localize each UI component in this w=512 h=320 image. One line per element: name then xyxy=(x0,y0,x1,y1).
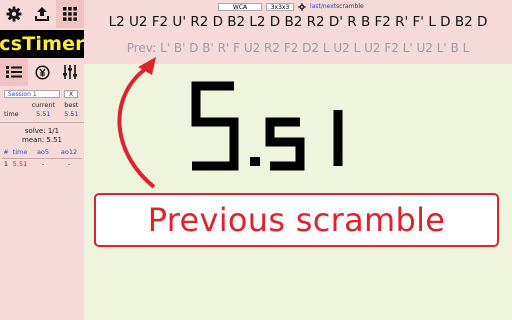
digit-five-small xyxy=(265,117,305,171)
grid-button[interactable] xyxy=(56,0,84,28)
settings-icon xyxy=(6,6,22,22)
tools-button[interactable] xyxy=(56,58,84,86)
app-logo: csTimer xyxy=(0,30,85,58)
col-time: time xyxy=(12,148,28,157)
row-ao5: - xyxy=(41,159,45,168)
solve-count[interactable]: solve: 1/1 xyxy=(0,127,84,135)
session-close-button[interactable]: X xyxy=(64,89,78,98)
current-scramble[interactable]: L2 U2 F2 U' R2 D B2 L2 D B2 R2 D' R B F2… xyxy=(84,14,512,30)
current-header: current xyxy=(31,100,56,109)
session-mean: mean: 5.51 xyxy=(21,136,63,144)
col-ao12: ao12 xyxy=(60,148,78,157)
list-icon xyxy=(6,66,22,78)
current-time[interactable]: 5.51 xyxy=(26,109,61,119)
best-header: best xyxy=(64,100,79,109)
row-time[interactable]: 5.51 xyxy=(10,158,30,169)
donate-icon xyxy=(34,64,50,80)
col-index: # xyxy=(3,148,9,157)
event-type-select[interactable]: WCA xyxy=(218,2,262,11)
summary-table: current best time 5.51 5.51 xyxy=(4,100,82,119)
last-next-link[interactable]: last/next xyxy=(310,3,336,10)
col-ao5: ao5 xyxy=(36,148,50,157)
arrow-curve xyxy=(117,65,156,189)
timer-display[interactable] xyxy=(188,78,358,178)
list-button[interactable] xyxy=(0,58,28,86)
digit-five-large xyxy=(191,81,239,171)
session-select[interactable]: Session 1 xyxy=(4,89,60,98)
time-row-label: time xyxy=(4,110,19,118)
sliders-icon xyxy=(63,65,77,79)
donate-button[interactable] xyxy=(28,58,56,86)
annotation-arrow xyxy=(117,57,156,189)
previous-scramble[interactable]: Prev: L' B' D B' R' F U2 R2 F2 D2 L U2 L… xyxy=(84,41,512,55)
scramble-settings-icon[interactable] xyxy=(298,2,306,11)
timer-digits xyxy=(191,81,343,171)
row-ao12: - xyxy=(67,159,71,168)
times-table: # time ao5 ao12 1 5.51 - - xyxy=(2,147,82,169)
grid-icon xyxy=(63,7,77,21)
best-time[interactable]: 5.51 xyxy=(61,109,82,119)
export-button[interactable] xyxy=(28,0,56,28)
scramble-toolbar: WCA 3x3x3 last/next scramble xyxy=(218,2,364,11)
puzzle-select[interactable]: 3x3x3 xyxy=(266,2,294,11)
sidebar: csTimer Session 1 X current best time 5.… xyxy=(0,0,85,320)
decimal-point xyxy=(250,157,260,166)
table-row[interactable]: 1 5.51 - - xyxy=(2,158,82,169)
annotation-callout: Previous scramble xyxy=(94,193,499,247)
times-table-header: # time ao5 ao12 xyxy=(2,147,82,158)
annotation-text: Previous scramble xyxy=(147,201,446,239)
row-index: 1 xyxy=(3,159,9,168)
settings-button[interactable] xyxy=(0,0,28,28)
stats-panel: Session 1 X current best time 5.51 5.51 … xyxy=(0,88,84,169)
export-icon xyxy=(35,7,49,21)
scramble-label: scramble xyxy=(336,3,364,10)
